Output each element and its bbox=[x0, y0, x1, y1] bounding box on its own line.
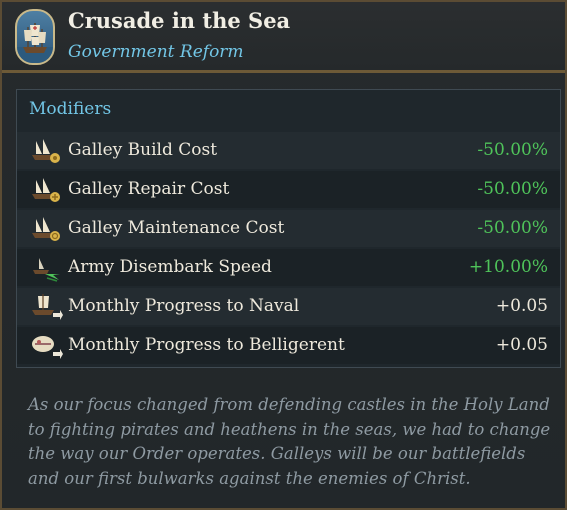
modifiers-heading: Modifiers bbox=[29, 99, 112, 119]
modifier-row: Galley Build Cost -50.00% bbox=[17, 132, 560, 169]
modifier-value: +0.05 bbox=[495, 296, 548, 316]
modifier-value: -50.00% bbox=[477, 218, 548, 238]
sailing-ship-icon bbox=[15, 9, 55, 65]
belligerent-progress-icon bbox=[29, 332, 63, 360]
galley-maintenance-icon bbox=[29, 215, 63, 243]
modifier-value: +0.05 bbox=[495, 335, 548, 355]
reform-title: Crusade in the Sea bbox=[68, 8, 291, 33]
modifier-label: Galley Maintenance Cost bbox=[68, 218, 285, 238]
reform-description: As our focus changed from defending cast… bbox=[28, 395, 551, 488]
modifier-value: -50.00% bbox=[477, 140, 548, 160]
naval-progress-icon bbox=[29, 293, 63, 321]
modifiers-panel: Modifiers Galley Build Cost -50.00% Gall… bbox=[16, 89, 561, 368]
modifier-value: +10.00% bbox=[468, 257, 548, 277]
modifier-label: Galley Build Cost bbox=[68, 140, 218, 160]
reform-subtitle: Government Reform bbox=[68, 42, 244, 62]
modifier-row: Army Disembark Speed +10.00% bbox=[17, 249, 560, 286]
army-disembark-icon bbox=[29, 254, 63, 282]
modifier-label: Army Disembark Speed bbox=[68, 257, 272, 277]
modifier-value: -50.00% bbox=[477, 179, 548, 199]
galley-build-cost-icon bbox=[29, 137, 63, 165]
modifier-row: Monthly Progress to Belligerent +0.05 bbox=[17, 327, 560, 364]
reform-tooltip: Crusade in the Sea Government Reform Mod… bbox=[0, 0, 567, 510]
modifier-label: Galley Repair Cost bbox=[68, 179, 230, 199]
modifier-label: Monthly Progress to Naval bbox=[68, 296, 300, 316]
tooltip-header: Crusade in the Sea Government Reform bbox=[2, 2, 565, 73]
modifier-label: Monthly Progress to Belligerent bbox=[68, 335, 345, 355]
modifier-row: Galley Maintenance Cost -50.00% bbox=[17, 210, 560, 247]
modifier-row: Monthly Progress to Naval +0.05 bbox=[17, 288, 560, 325]
modifier-row: Galley Repair Cost -50.00% bbox=[17, 171, 560, 208]
galley-repair-cost-icon bbox=[29, 176, 63, 204]
